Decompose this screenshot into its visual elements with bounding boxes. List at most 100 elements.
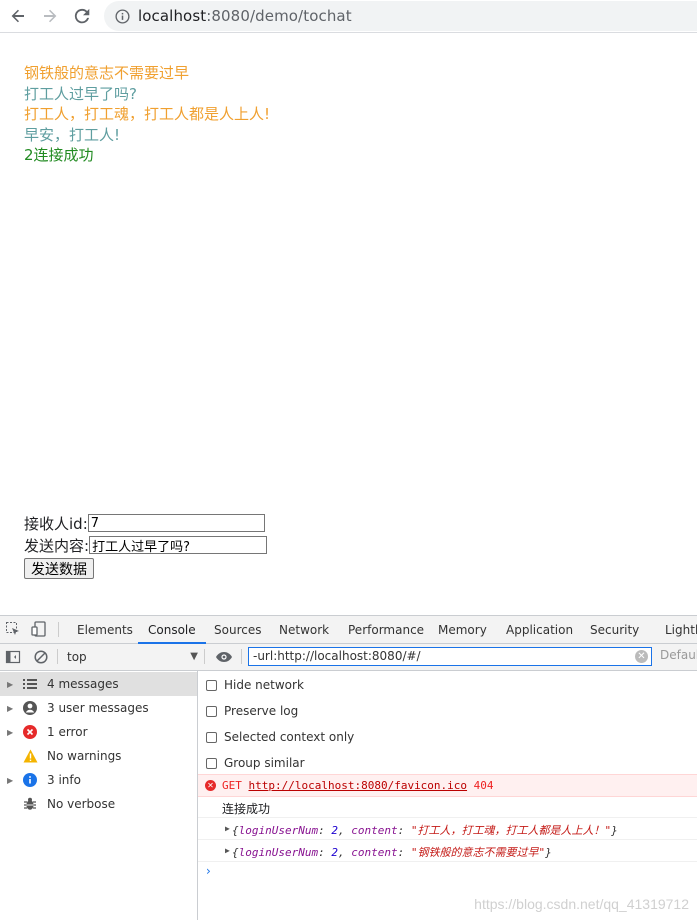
toolbar-divider	[241, 649, 242, 664]
user-icon	[22, 700, 38, 716]
sidebar-item-errors[interactable]: ▶ 1 error	[0, 720, 197, 744]
content-label: 发送内容:	[24, 536, 90, 555]
sidebar-item-verbose[interactable]: No verbose	[0, 792, 197, 816]
error-method: GET	[222, 779, 242, 792]
setting-label: Group similar	[224, 756, 305, 770]
sidebar-item-label: 3 info	[47, 773, 81, 787]
checkbox-box[interactable]	[206, 757, 217, 769]
clear-console-icon[interactable]	[33, 649, 49, 665]
tab-sources[interactable]: Sources	[214, 616, 261, 643]
object-preview: {loginUserNum: 2, content: "打工人，打工魂，打工人都…	[232, 824, 618, 837]
log-levels-dropdown[interactable]: Default	[660, 648, 697, 662]
hide-network-checkbox[interactable]: Hide network	[206, 675, 304, 695]
console-log-row: 连接成功	[198, 796, 697, 818]
group-similar-checkbox[interactable]: Group similar	[206, 753, 305, 773]
message-list: 钢铁般的意志不需要过早 打工人过早了吗? 打工人，打工魂，打工人都是人上人! 早…	[24, 63, 270, 166]
error-icon: ✕	[205, 780, 216, 791]
back-arrow-icon	[11, 9, 24, 23]
console-object-row[interactable]: ▶ {loginUserNum: 2, content: "钢铁般的意志不需要过…	[198, 840, 697, 862]
filter-value: -url:http://localhost:8080/#/	[253, 649, 421, 663]
page-content: 钢铁般的意志不需要过早 打工人过早了吗? 打工人，打工魂，打工人都是人上人! 早…	[0, 33, 697, 615]
list-icon	[22, 676, 38, 692]
error-status-code: 404	[473, 779, 494, 792]
message-item: 早安，打工人!	[24, 125, 121, 144]
content-input[interactable]	[89, 536, 268, 554]
setting-label: Preserve log	[224, 704, 299, 718]
info-icon[interactable]	[114, 8, 130, 24]
object-key: content	[351, 846, 398, 859]
console-error-row: ✕ GET http://localhost:8080/favicon.ico …	[198, 774, 697, 797]
url-host: localhost	[138, 7, 207, 25]
address-bar[interactable]: localhost:8080/demo/tochat	[104, 1, 697, 31]
warning-icon	[22, 748, 38, 764]
clear-filter-icon[interactable]: ✕	[635, 650, 648, 663]
sidebar-toggle-icon[interactable]	[5, 649, 21, 665]
expand-arrow-icon: ▶	[7, 775, 14, 785]
send-button[interactable]: 发送数据	[24, 558, 94, 579]
tab-memory[interactable]: Memory	[438, 616, 487, 643]
tab-performance[interactable]: Performance	[348, 616, 424, 643]
checkbox-box[interactable]	[206, 705, 217, 717]
error-url-link[interactable]: http://localhost:8080/favicon.ico	[249, 779, 468, 792]
devtools-tabbar: Elements Console Sources Network Perform…	[0, 616, 697, 644]
preserve-log-checkbox[interactable]: Preserve log	[206, 701, 298, 721]
console-prompt[interactable]: ›	[206, 864, 211, 878]
content-row: 发送内容:	[24, 534, 268, 556]
tab-lighthouse[interactable]: Lighth	[665, 616, 697, 643]
receiver-id-input[interactable]	[87, 514, 265, 532]
inspect-element-icon[interactable]	[5, 621, 21, 637]
eye-icon[interactable]	[215, 649, 232, 665]
tab-elements[interactable]: Elements	[77, 616, 133, 643]
message-item: 2连接成功	[24, 146, 94, 164]
object-string: "打工人，打工魂，打工人都是人上人！"	[410, 824, 612, 837]
object-number: 2	[331, 824, 338, 837]
selected-context-checkbox[interactable]: Selected context only	[206, 727, 354, 747]
sidebar-item-label: No warnings	[47, 749, 122, 763]
receiver-row: 接收人id:	[24, 512, 267, 534]
object-key: loginUserNum	[238, 824, 319, 837]
checkbox-box[interactable]	[206, 731, 217, 743]
tab-security[interactable]: Security	[590, 616, 639, 643]
sidebar-item-messages[interactable]: ▶ 4 messages	[0, 672, 197, 696]
console-toolbar: top ▼ -url:http://localhost:8080/#/ ✕ De…	[0, 644, 697, 671]
sidebar-item-label: 3 user messages	[47, 701, 149, 715]
object-number: 2	[331, 846, 338, 859]
send-form: 接收人id: 发送内容: 发送数据	[24, 512, 268, 579]
sidebar-item-info[interactable]: ▶ 3 info	[0, 768, 197, 792]
reload-icon	[74, 8, 90, 24]
url-text: localhost:8080/demo/tochat	[138, 7, 352, 25]
watermark: https://blog.csdn.net/qq_41319712	[474, 896, 689, 912]
error-icon	[22, 724, 38, 740]
tab-console[interactable]: Console	[138, 616, 206, 644]
url-path: :8080/demo/tochat	[206, 7, 352, 25]
checkbox-box[interactable]	[206, 679, 217, 691]
reload-button[interactable]	[68, 2, 96, 30]
browser-toolbar: localhost:8080/demo/tochat	[0, 0, 697, 33]
sidebar-item-label: 4 messages	[47, 677, 119, 691]
toolbar-divider	[57, 649, 58, 664]
expand-arrow-icon: ▶	[7, 703, 14, 713]
toolbar-divider	[204, 649, 205, 664]
sidebar-item-label: No verbose	[47, 797, 116, 811]
sidebar-item-user-messages[interactable]: ▶ 3 user messages	[0, 696, 197, 720]
tab-network[interactable]: Network	[279, 616, 329, 643]
error-message: GET http://localhost:8080/favicon.ico 40…	[222, 779, 494, 792]
console-object-row[interactable]: ▶ {loginUserNum: 2, content: "打工人，打工魂，打工…	[198, 818, 697, 840]
context-select[interactable]: top ▼	[62, 648, 198, 666]
forward-button[interactable]	[36, 2, 64, 30]
back-button[interactable]	[4, 2, 32, 30]
console-sidebar: ▶ 4 messages ▶ 3 user messages ▶ 1 error…	[0, 671, 198, 920]
forward-arrow-icon	[44, 9, 57, 23]
expand-arrow-icon: ▶	[7, 727, 14, 737]
log-text: 连接成功	[222, 802, 271, 816]
context-value: top	[67, 650, 87, 664]
dropdown-arrow-icon: ▼	[190, 651, 198, 662]
tab-application[interactable]: Application	[506, 616, 573, 643]
object-string: "钢铁般的意志不需要过早"	[410, 846, 546, 859]
sidebar-item-warnings[interactable]: No warnings	[0, 744, 197, 768]
expand-object-icon[interactable]: ▶	[225, 846, 230, 855]
console-filter-input[interactable]: -url:http://localhost:8080/#/ ✕	[248, 647, 652, 666]
expand-object-icon[interactable]: ▶	[225, 824, 230, 833]
devtools-panel: Elements Console Sources Network Perform…	[0, 615, 697, 920]
device-toolbar-icon[interactable]	[31, 621, 47, 637]
